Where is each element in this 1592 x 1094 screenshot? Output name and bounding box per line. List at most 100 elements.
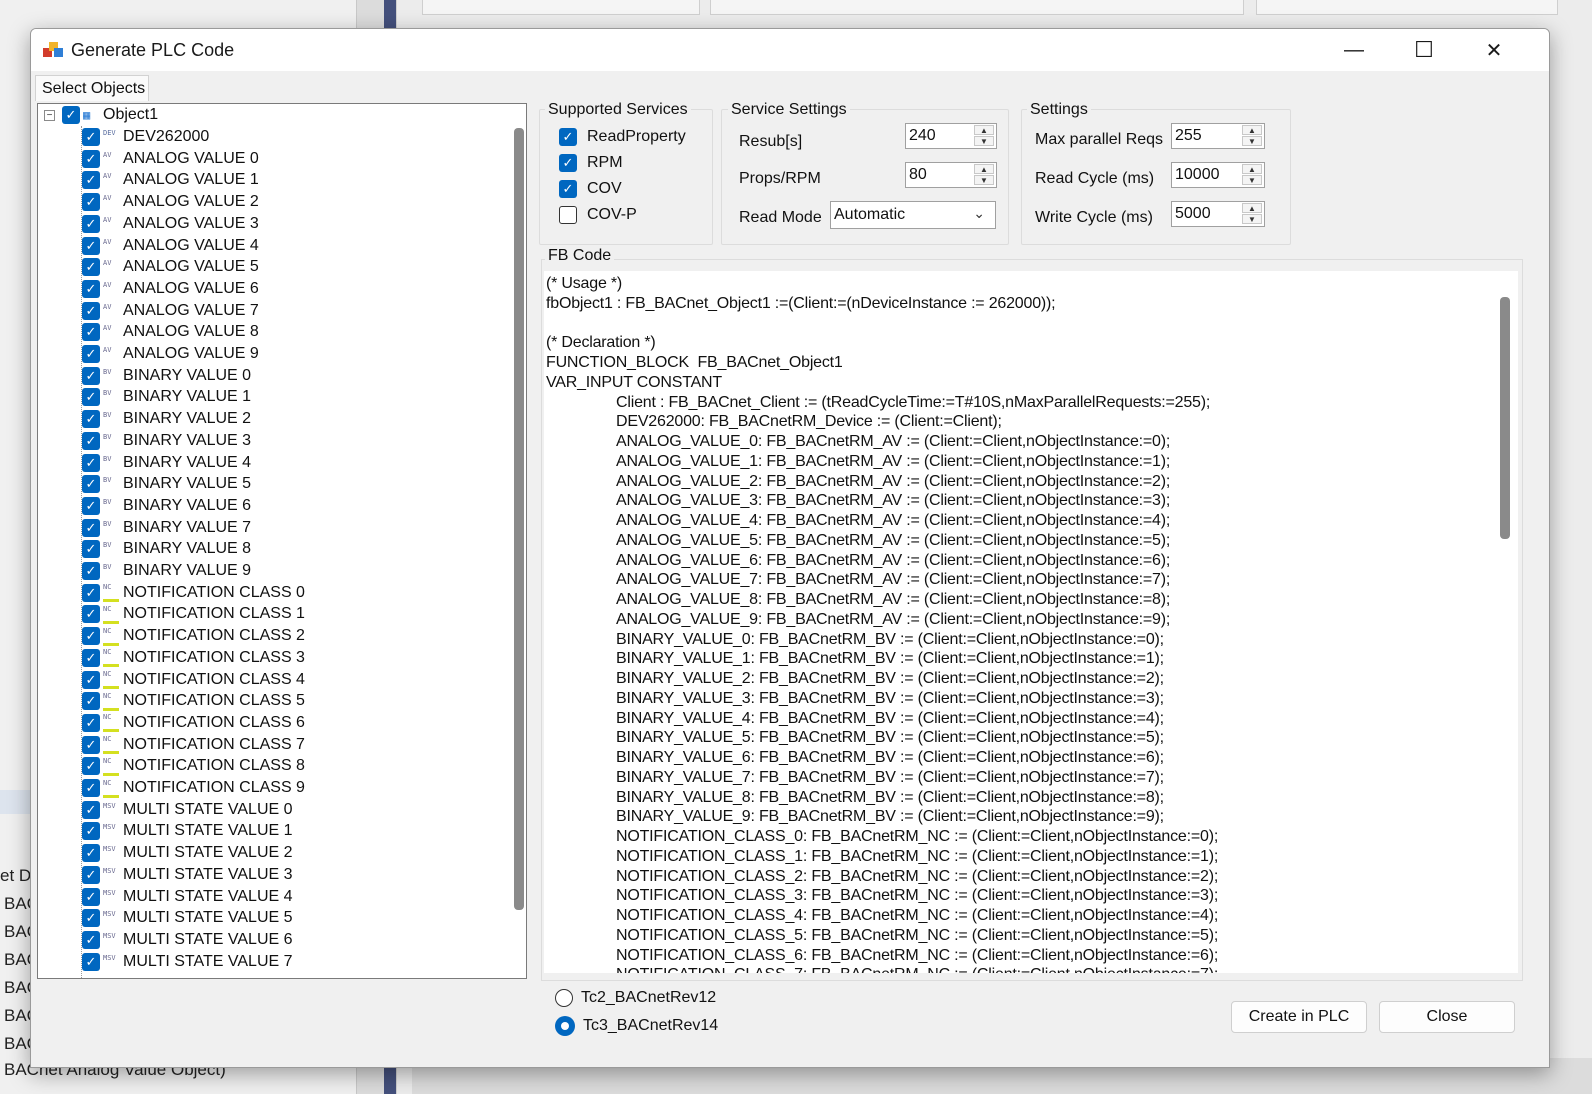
radio-selected-icon[interactable] <box>555 1016 575 1036</box>
title-bar[interactable]: Generate PLC Code — ☐ ✕ <box>31 29 1549 71</box>
checkbox-checked-icon[interactable]: ✓ <box>82 583 100 602</box>
service-rpm-checkbox[interactable]: ✓ RPM <box>559 154 623 172</box>
checkbox-checked-icon[interactable]: ✓ <box>82 562 100 580</box>
tree-item[interactable]: ✓ NC NOTIFICATION CLASS 9 <box>82 777 305 799</box>
resub-value[interactable]: 240 <box>909 127 936 145</box>
checkbox-checked-icon[interactable]: ✓ <box>82 887 100 906</box>
checkbox-checked-icon[interactable]: ✓ <box>82 410 100 429</box>
tree-item[interactable]: ✓ BV BINARY VALUE 2 <box>82 408 251 430</box>
write-cycle-value[interactable]: 5000 <box>1175 205 1211 223</box>
tab-select-objects[interactable]: Select Objects <box>35 75 149 101</box>
tree-item[interactable]: ✓ AV ANALOG VALUE 1 <box>82 169 259 191</box>
read-mode-select[interactable]: Automatic ⌄ <box>830 201 996 229</box>
tree-item[interactable]: ✓ BV BINARY VALUE 6 <box>82 495 251 517</box>
tree-item[interactable]: ✓ BV BINARY VALUE 0 <box>82 365 251 387</box>
tree-item[interactable]: ✓ MSV MULTI STATE VALUE 5 <box>82 907 293 929</box>
tree-item[interactable]: ✓ AV ANALOG VALUE 4 <box>82 235 259 257</box>
tree-item[interactable]: ✓ NC NOTIFICATION CLASS 5 <box>82 690 305 712</box>
spin-up-icon[interactable]: ▲ <box>1242 164 1262 174</box>
checkbox-checked-icon[interactable]: ✓ <box>82 648 100 667</box>
tree-item[interactable]: ✓ AV ANALOG VALUE 8 <box>82 321 259 343</box>
tree-item[interactable]: ✓ BV BINARY VALUE 4 <box>82 452 251 474</box>
checkbox-checked-icon[interactable]: ✓ <box>82 323 100 342</box>
tree-item[interactable]: ✓ MSV MULTI STATE VALUE 2 <box>82 842 293 864</box>
spin-down-icon[interactable]: ▼ <box>1242 175 1262 185</box>
checkbox-checked-icon[interactable]: ✓ <box>82 735 100 754</box>
tree-item[interactable]: ✓ AV ANALOG VALUE 3 <box>82 213 259 235</box>
spin-up-icon[interactable]: ▲ <box>1242 125 1262 135</box>
code-scrollbar-thumb[interactable] <box>1500 297 1510 539</box>
service-cov-p-checkbox[interactable]: COV-P <box>559 206 637 224</box>
tree-item[interactable]: ✓ NC NOTIFICATION CLASS 8 <box>82 755 305 777</box>
tree-item[interactable]: ✓ NC NOTIFICATION CLASS 4 <box>82 669 305 691</box>
max-parallel-reqs-stepper[interactable]: 255 ▲ ▼ <box>1171 123 1265 149</box>
checkbox-checked-icon[interactable]: ✓ <box>82 930 100 949</box>
fb-code-editor[interactable]: (* Usage *) fbObject1 : FB_BACnet_Object1… <box>544 271 1518 973</box>
tree-item[interactable]: ✓ MSV MULTI STATE VALUE 3 <box>82 864 293 886</box>
service-cov-checkbox[interactable]: ✓ COV <box>559 180 622 198</box>
props-rpm-stepper[interactable]: 80 ▲ ▼ <box>905 162 997 188</box>
checkbox-checked-icon[interactable]: ✓ <box>559 154 577 172</box>
checkbox-checked-icon[interactable]: ✓ <box>82 713 100 732</box>
library-radio-tc2-bacnetrev12[interactable]: Tc2_BACnetRev12 <box>555 989 716 1007</box>
spin-up-icon[interactable]: ▲ <box>974 164 994 174</box>
tree-item[interactable]: ✓ MSV MULTI STATE VALUE 6 <box>82 929 293 951</box>
tree-item[interactable]: ✓ DEV DEV262000 <box>82 126 209 148</box>
max-parallel-reqs-value[interactable]: 255 <box>1175 127 1202 145</box>
create-in-plc-button[interactable]: Create in PLC <box>1231 1001 1367 1033</box>
tree-item[interactable]: ✓ AV ANALOG VALUE 6 <box>82 278 259 300</box>
tree-item[interactable]: ✓ MSV MULTI STATE VALUE 4 <box>82 886 293 908</box>
tree-item[interactable]: ✓ BV BINARY VALUE 5 <box>82 473 251 495</box>
tree-item[interactable]: ✓ AV ANALOG VALUE 2 <box>82 191 259 213</box>
checkbox-checked-icon[interactable]: ✓ <box>82 605 100 624</box>
spin-down-icon[interactable]: ▼ <box>974 136 994 146</box>
radio-unselected-icon[interactable] <box>555 989 573 1007</box>
maximize-button[interactable]: ☐ <box>1389 29 1459 71</box>
tree-item[interactable]: ✓ NC NOTIFICATION CLASS 3 <box>82 647 305 669</box>
tree-item[interactable]: ✓ BV BINARY VALUE 3 <box>82 430 251 452</box>
tree-item[interactable]: ✓ NC NOTIFICATION CLASS 2 <box>82 625 305 647</box>
spin-up-icon[interactable]: ▲ <box>974 125 994 135</box>
close-button[interactable]: Close <box>1379 1001 1515 1033</box>
checkbox-checked-icon[interactable]: ✓ <box>82 496 100 515</box>
checkbox-checked-icon[interactable]: ✓ <box>82 431 100 450</box>
object-tree[interactable]: − ✓ ▦ Object1 ✓ DEV DEV262000 ✓ AV ANALOG VAL… <box>37 103 527 979</box>
tree-item[interactable]: ✓ BV BINARY VALUE 1 <box>82 386 251 408</box>
minimize-button[interactable]: — <box>1319 29 1389 71</box>
checkbox-checked-icon[interactable]: ✓ <box>82 214 100 233</box>
checkbox-checked-icon[interactable]: ✓ <box>82 692 100 711</box>
spin-down-icon[interactable]: ▼ <box>1242 214 1262 224</box>
read-cycle-stepper[interactable]: 10000 ▲ ▼ <box>1171 162 1265 188</box>
tree-item[interactable]: ✓ NC NOTIFICATION CLASS 1 <box>82 603 305 625</box>
checkbox-checked-icon[interactable]: ✓ <box>82 540 100 559</box>
checkbox-checked-icon[interactable]: ✓ <box>82 627 100 646</box>
checkbox-checked-icon[interactable]: ✓ <box>82 757 100 776</box>
checkbox-checked-icon[interactable]: ✓ <box>82 258 100 277</box>
spin-up-icon[interactable]: ▲ <box>1242 203 1262 213</box>
checkbox-checked-icon[interactable]: ✓ <box>82 779 100 797</box>
tree-root[interactable]: ✓ ▦ Object1 <box>62 104 158 126</box>
tree-item[interactable]: ✓ BV BINARY VALUE 8 <box>82 538 251 560</box>
checkbox-checked-icon[interactable]: ✓ <box>82 909 100 928</box>
tree-item[interactable]: ✓ MSV MULTI STATE VALUE 7 <box>82 951 293 973</box>
tree-item[interactable]: ✓ NC NOTIFICATION CLASS 7 <box>82 734 305 756</box>
write-cycle-stepper[interactable]: 5000 ▲ ▼ <box>1171 201 1265 227</box>
props-rpm-value[interactable]: 80 <box>909 166 927 184</box>
checkbox-checked-icon[interactable]: ✓ <box>82 366 100 385</box>
checkbox-checked-icon[interactable]: ✓ <box>82 800 100 819</box>
tree-item[interactable]: ✓ AV ANALOG VALUE 7 <box>82 300 259 322</box>
checkbox-checked-icon[interactable]: ✓ <box>82 865 100 884</box>
read-cycle-value[interactable]: 10000 <box>1175 166 1220 184</box>
checkbox-checked-icon[interactable]: ✓ <box>62 106 80 124</box>
spin-down-icon[interactable]: ▼ <box>1242 136 1262 146</box>
checkbox-checked-icon[interactable]: ✓ <box>82 952 100 971</box>
checkbox-checked-icon[interactable]: ✓ <box>82 345 100 363</box>
tree-item[interactable]: ✓ BV BINARY VALUE 7 <box>82 517 251 539</box>
checkbox-checked-icon[interactable]: ✓ <box>82 193 100 212</box>
checkbox-checked-icon[interactable]: ✓ <box>82 171 100 190</box>
checkbox-checked-icon[interactable]: ✓ <box>82 388 100 407</box>
checkbox-checked-icon[interactable]: ✓ <box>82 670 100 689</box>
checkbox-checked-icon[interactable]: ✓ <box>82 236 100 255</box>
collapse-icon[interactable]: − <box>44 110 55 121</box>
checkbox-checked-icon[interactable]: ✓ <box>82 822 100 841</box>
